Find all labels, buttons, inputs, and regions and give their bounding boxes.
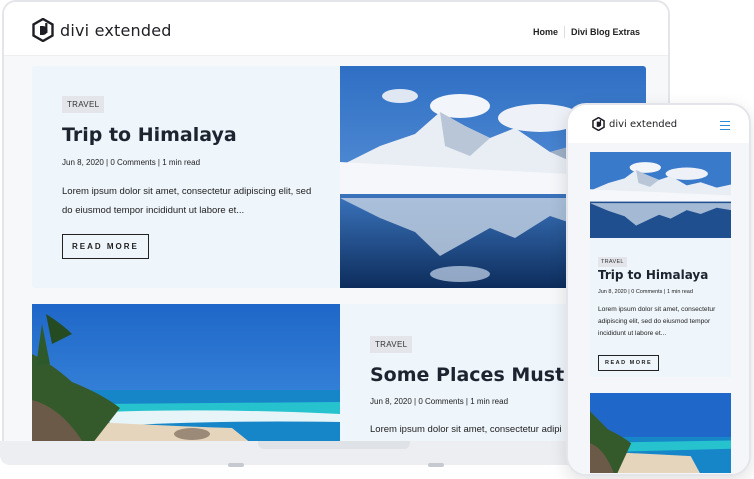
mobile-post-card: TRAVEL Trip to Himalaya Jun 8, 2020 | 0 … <box>590 152 731 377</box>
read-more-button[interactable]: READ MORE <box>62 234 149 259</box>
beach-image[interactable] <box>32 304 340 444</box>
post-card: TRAVEL Trip to Himalaya Jun 8, 2020 | 0 … <box>32 66 646 288</box>
post-read-time: 1 min read <box>666 289 693 295</box>
hamburger-menu-icon[interactable] <box>720 121 730 132</box>
post-title[interactable]: Trip to Himalaya <box>62 124 237 146</box>
divi-logo-icon <box>592 117 605 131</box>
post-date: Jun 8, 2020 <box>598 289 627 295</box>
post-date: Jun 8, 2020 <box>62 158 104 167</box>
category-tag[interactable]: TRAVEL <box>62 96 105 113</box>
laptop-notch <box>258 441 410 449</box>
post-read-time: 1 min read <box>470 397 509 406</box>
himalaya-image[interactable] <box>590 152 731 238</box>
laptop-foot <box>228 463 244 467</box>
site-logo[interactable]: divi extended <box>32 18 172 42</box>
read-more-button[interactable]: READ MORE <box>598 355 660 371</box>
post-meta: Jun 8, 2020 | 0 Comments | 1 min read <box>598 289 693 295</box>
post-comments[interactable]: 0 Comments <box>418 397 463 406</box>
nav-item-divi-blog-extras[interactable]: Divi Blog Extras <box>565 27 646 38</box>
site-header: divi extended Home Divi Blog Extras <box>4 2 668 56</box>
post-read-time: 1 min read <box>162 158 201 167</box>
post-comments[interactable]: 0 Comments <box>110 158 155 167</box>
main-nav: Home Divi Blog Extras <box>527 26 646 38</box>
post-card: TRAVEL Some Places Must Vis Jun 8, 2020 … <box>32 304 646 444</box>
phone-frame: divi extended TRAVEL Trip to Himalaya Ju… <box>566 103 751 476</box>
post-meta: Jun 8, 2020 | 0 Comments | 1 min read <box>62 158 201 167</box>
mobile-post-card <box>590 393 731 473</box>
mobile-logo[interactable]: divi extended <box>592 117 677 131</box>
mobile-header: divi extended <box>568 105 749 143</box>
brand-name: divi extended <box>60 20 172 40</box>
post-excerpt: Lorem ipsum dolor sit amet, consectetur … <box>370 424 562 435</box>
post-comments[interactable]: 0 Comments <box>631 289 662 295</box>
beach-image[interactable] <box>590 393 731 473</box>
post-excerpt: Lorem ipsum dolor sit amet, consectetur … <box>62 186 312 216</box>
mobile-content: TRAVEL Trip to Himalaya Jun 8, 2020 | 0 … <box>568 143 749 474</box>
laptop-foot <box>428 463 444 467</box>
category-tag[interactable]: TRAVEL <box>370 336 413 353</box>
post-date: Jun 8, 2020 <box>370 397 412 406</box>
nav-item-home[interactable]: Home <box>527 27 564 38</box>
post-title[interactable]: Trip to Himalaya <box>598 268 708 282</box>
showcase-stage: divi extended Home Divi Blog Extras TRAV… <box>0 0 754 479</box>
brand-name: divi extended <box>609 118 678 130</box>
post-meta: Jun 8, 2020 | 0 Comments | 1 min read <box>370 397 509 406</box>
divi-logo-icon <box>32 18 54 42</box>
post-excerpt: Lorem ipsum dolor sit amet, consectetur … <box>598 306 716 337</box>
category-tag[interactable]: TRAVEL <box>598 257 627 267</box>
